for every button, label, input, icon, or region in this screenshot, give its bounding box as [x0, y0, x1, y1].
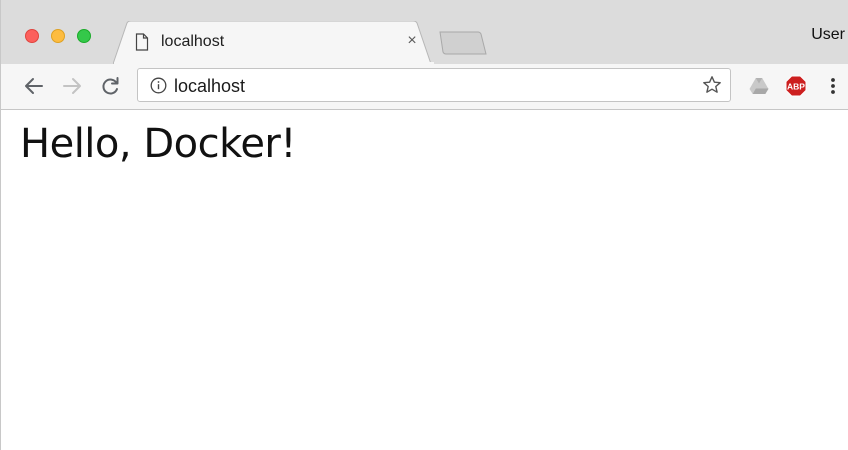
maximize-window-button[interactable]	[77, 29, 91, 43]
star-icon[interactable]	[702, 75, 722, 95]
document-icon	[135, 33, 149, 51]
reload-icon[interactable]	[99, 75, 121, 97]
google-drive-icon[interactable]	[749, 77, 769, 95]
browser-window: localhost × User localhost ABP Hello, Do…	[0, 0, 848, 450]
page-content: Hello, Docker!	[1, 110, 848, 450]
browser-toolbar: localhost ABP	[1, 64, 848, 110]
address-bar[interactable]: localhost	[137, 68, 731, 102]
tab-title: localhost	[161, 33, 225, 50]
page-heading: Hello, Docker!	[20, 121, 296, 167]
url-text[interactable]: localhost	[174, 75, 245, 97]
close-tab-icon[interactable]: ×	[403, 32, 421, 50]
profile-button[interactable]: User	[811, 26, 845, 44]
adblock-label: ABP	[787, 82, 805, 92]
tab-localhost[interactable]: localhost ×	[113, 21, 435, 64]
close-window-button[interactable]	[25, 29, 39, 43]
tab-strip: localhost × User	[1, 0, 848, 64]
new-tab-icon[interactable]	[438, 31, 488, 55]
minimize-window-button[interactable]	[51, 29, 65, 43]
info-icon[interactable]	[150, 77, 167, 94]
back-arrow-icon[interactable]	[23, 75, 45, 97]
forward-arrow-icon[interactable]	[61, 75, 83, 97]
kebab-menu-icon[interactable]	[829, 76, 837, 96]
adblock-plus-icon[interactable]: ABP	[785, 75, 807, 97]
